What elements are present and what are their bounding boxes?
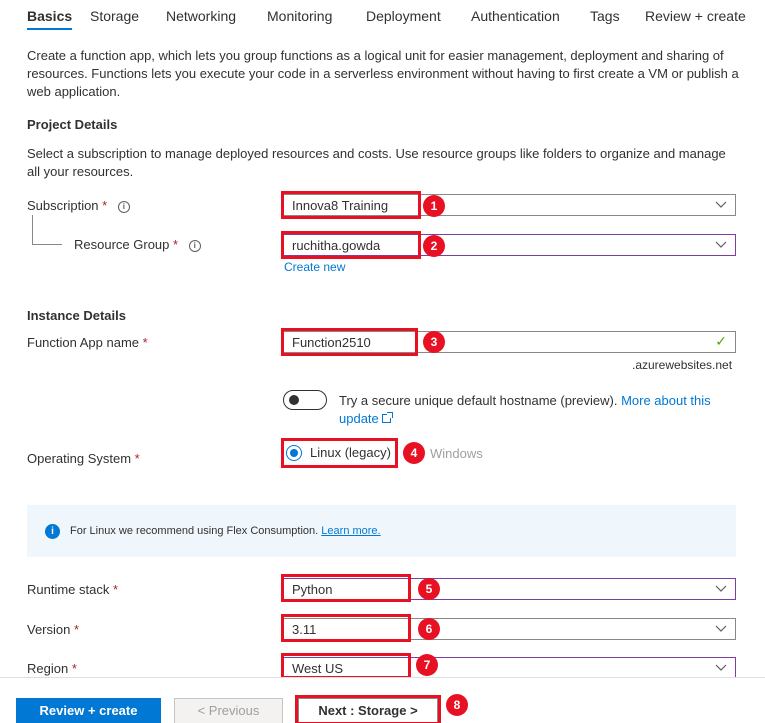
secure-hostname-toggle[interactable] [283, 390, 327, 410]
info-circle-icon: i [45, 524, 60, 539]
required-marker: * [74, 622, 80, 637]
previous-button[interactable]: < Previous [174, 698, 283, 723]
runtime-stack-label: Runtime stack * [27, 582, 118, 597]
step-badge-2: 2 [423, 235, 445, 257]
tab-authentication[interactable]: Authentication [471, 8, 560, 24]
tab-tags[interactable]: Tags [590, 8, 620, 24]
step-badge-1: 1 [423, 195, 445, 217]
function-app-name-label: Function App name * [27, 335, 148, 350]
runtime-stack-label-text: Runtime stack [27, 582, 110, 597]
review-create-button[interactable]: Review + create [16, 698, 161, 723]
domain-suffix: .azurewebsites.net [632, 358, 733, 372]
tab-storage[interactable]: Storage [90, 8, 139, 24]
highlight-box-resource-group [281, 231, 421, 259]
project-details-heading: Project Details [27, 117, 118, 132]
intro-description: Create a function app, which lets you gr… [27, 48, 739, 99]
step-badge-5: 5 [418, 578, 440, 600]
step-badge-7: 7 [416, 654, 438, 676]
required-marker: * [71, 661, 77, 676]
highlight-box-operating-system [281, 438, 398, 468]
region-label-text: Region [27, 661, 69, 676]
info-icon[interactable]: i [117, 201, 130, 213]
chevron-down-icon [715, 661, 727, 671]
subscription-label: Subscription * i [27, 198, 130, 213]
chevron-down-icon [715, 622, 727, 632]
tree-connector-vertical [32, 215, 33, 244]
required-marker: * [113, 582, 119, 597]
tab-review-create[interactable]: Review + create [645, 8, 746, 24]
required-marker: * [173, 237, 179, 252]
highlight-box-runtime-stack [281, 574, 411, 602]
chevron-down-icon [715, 582, 727, 592]
required-marker: * [134, 451, 140, 466]
tab-basics[interactable]: Basics [27, 8, 73, 30]
resource-group-label-text: Resource Group [74, 237, 170, 252]
tab-networking[interactable]: Networking [166, 8, 236, 24]
highlight-box-region [281, 653, 411, 679]
required-marker: * [102, 198, 108, 213]
step-badge-4: 4 [403, 442, 425, 464]
info-bar-message: For Linux we recommend using Flex Consum… [70, 525, 319, 537]
version-label-text: Version [27, 622, 71, 637]
function-app-name-label-text: Function App name [27, 335, 140, 350]
step-badge-3: 3 [423, 331, 445, 353]
info-bar: i For Linux we recommend using Flex Cons… [27, 505, 736, 557]
info-icon[interactable]: i [188, 240, 201, 252]
subscription-label-text: Subscription [27, 198, 99, 213]
required-marker: * [142, 335, 148, 350]
tab-monitoring[interactable]: Monitoring [267, 8, 332, 24]
wizard-footer: Review + create < Previous Next : Storag… [0, 677, 765, 723]
step-badge-6: 6 [418, 618, 440, 640]
version-label: Version * [27, 622, 79, 637]
learn-more-link[interactable]: Learn more. [321, 525, 380, 537]
region-label: Region * [27, 661, 77, 676]
tree-connector-horizontal [32, 244, 62, 245]
chevron-down-icon [715, 198, 727, 208]
highlight-box-function-app-name [281, 328, 418, 356]
external-link-icon [381, 412, 393, 423]
radio-windows-label[interactable]: Windows [430, 446, 483, 461]
chevron-down-icon [715, 238, 727, 248]
operating-system-label: Operating System * [27, 451, 140, 466]
check-icon: ✓ [715, 333, 727, 349]
info-bar-text: For Linux we recommend using Flex Consum… [70, 525, 381, 537]
highlight-box-subscription [281, 191, 421, 219]
highlight-box-version [281, 614, 411, 642]
highlight-box-next [295, 695, 441, 723]
step-badge-8: 8 [446, 694, 468, 716]
tab-deployment[interactable]: Deployment [366, 8, 441, 24]
secure-hostname-description: Try a secure unique default hostname (pr… [339, 393, 618, 408]
toggle-knob [289, 395, 299, 405]
create-new-link[interactable]: Create new [284, 260, 345, 274]
resource-group-label: Resource Group * i [74, 237, 201, 252]
tab-bar: Basics Storage Networking Monitoring Dep… [0, 0, 765, 34]
project-details-description: Select a subscription to manage deployed… [27, 146, 726, 179]
instance-details-heading: Instance Details [27, 308, 126, 323]
operating-system-label-text: Operating System [27, 451, 132, 466]
secure-hostname-text: Try a secure unique default hostname (pr… [339, 392, 734, 428]
